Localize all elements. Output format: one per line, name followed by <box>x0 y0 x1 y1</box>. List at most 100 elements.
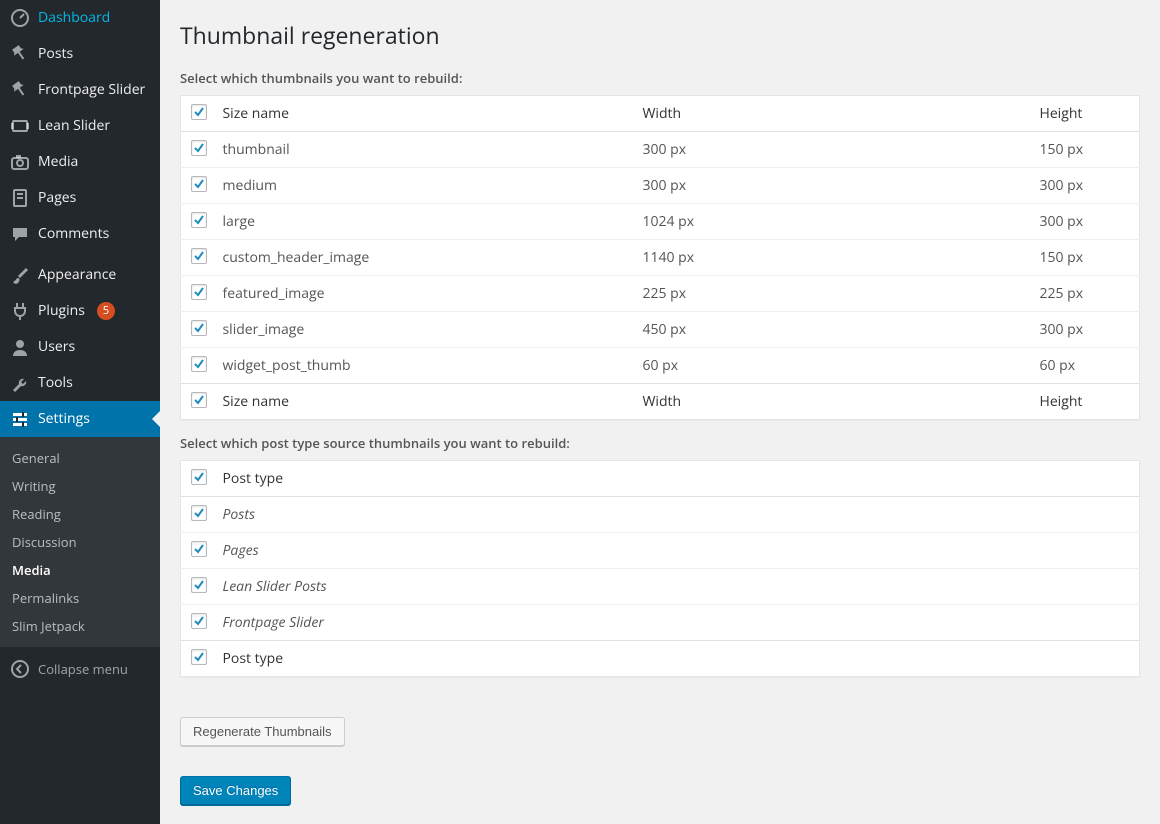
page-icon <box>10 188 30 208</box>
sidebar-item-label: Pages <box>38 189 76 207</box>
sidebar-item-label: Comments <box>38 225 109 243</box>
table-row: medium300 px300 px <box>181 168 1140 204</box>
submenu-item-slim-jetpack[interactable]: Slim Jetpack <box>0 612 160 640</box>
select-all-posttypes[interactable] <box>181 461 213 497</box>
sizes-table: Size name Width Height thumbnail300 px15… <box>180 95 1140 420</box>
slides-icon <box>10 116 30 136</box>
row-checkbox[interactable] <box>181 497 213 533</box>
post-type-name: Pages <box>213 533 1140 569</box>
select-all-sizes[interactable] <box>181 96 213 132</box>
sidebar-item-frontpage-slider[interactable]: Frontpage Slider <box>0 72 160 108</box>
size-height: 225 px <box>1030 276 1140 312</box>
wrench-icon <box>10 373 30 393</box>
size-name: thumbnail <box>213 132 633 168</box>
sidebar-item-lean-slider[interactable]: Lean Slider <box>0 108 160 144</box>
submenu-item-discussion[interactable]: Discussion <box>0 528 160 556</box>
size-name: custom_header_image <box>213 240 633 276</box>
size-name: slider_image <box>213 312 633 348</box>
save-changes-button[interactable]: Save Changes <box>180 776 291 805</box>
size-width: 300 px <box>633 168 1030 204</box>
post-type-name: Posts <box>213 497 1140 533</box>
size-width: 60 px <box>633 348 1030 384</box>
sidebar-item-label: Appearance <box>38 266 116 284</box>
pin-icon <box>10 80 30 100</box>
page-title: Thumbnail regeneration <box>180 10 1140 55</box>
submenu-item-permalinks[interactable]: Permalinks <box>0 584 160 612</box>
size-name: widget_post_thumb <box>213 348 633 384</box>
plug-icon <box>10 301 30 321</box>
table-row: slider_image450 px300 px <box>181 312 1140 348</box>
sidebar-item-settings[interactable]: Settings <box>0 401 160 437</box>
row-checkbox[interactable] <box>181 605 213 641</box>
row-checkbox[interactable] <box>181 204 213 240</box>
update-badge: 5 <box>97 302 115 320</box>
size-height: 300 px <box>1030 204 1140 240</box>
sidebar-item-dashboard[interactable]: Dashboard <box>0 0 160 36</box>
row-checkbox[interactable] <box>181 312 213 348</box>
table-row: thumbnail300 px150 px <box>181 132 1140 168</box>
size-name: featured_image <box>213 276 633 312</box>
size-width: 1024 px <box>633 204 1030 240</box>
size-width: 450 px <box>633 312 1030 348</box>
sidebar-item-plugins[interactable]: Plugins 5 <box>0 293 160 329</box>
row-checkbox[interactable] <box>181 276 213 312</box>
camera-icon <box>10 152 30 172</box>
table-row: widget_post_thumb60 px60 px <box>181 348 1140 384</box>
size-width: 1140 px <box>633 240 1030 276</box>
sidebar-item-posts[interactable]: Posts <box>0 36 160 72</box>
table-row: Frontpage Slider <box>181 605 1140 641</box>
sidebar-item-label: Plugins <box>38 302 85 320</box>
row-checkbox[interactable] <box>181 533 213 569</box>
submenu-item-general[interactable]: General <box>0 444 160 472</box>
content-area: Thumbnail regeneration Select which thum… <box>160 0 1160 824</box>
user-icon <box>10 337 30 357</box>
row-checkbox[interactable] <box>181 240 213 276</box>
row-checkbox[interactable] <box>181 168 213 204</box>
brush-icon <box>10 265 30 285</box>
post-type-name: Lean Slider Posts <box>213 569 1140 605</box>
submenu-item-writing[interactable]: Writing <box>0 472 160 500</box>
table-row: Pages <box>181 533 1140 569</box>
settings-icon <box>10 409 30 429</box>
admin-sidebar: Dashboard Posts Frontpage Slider Lean Slide… <box>0 0 160 824</box>
col-height: Height <box>1030 96 1140 132</box>
row-checkbox[interactable] <box>181 348 213 384</box>
table-row: custom_header_image1140 px150 px <box>181 240 1140 276</box>
size-width: 225 px <box>633 276 1030 312</box>
size-name: medium <box>213 168 633 204</box>
size-height: 60 px <box>1030 348 1140 384</box>
posttypes-section-label: Select which post type source thumbnails… <box>180 434 1140 452</box>
size-height: 300 px <box>1030 168 1140 204</box>
collapse-label: Collapse menu <box>38 660 128 678</box>
pin-icon <box>10 44 30 64</box>
sidebar-item-appearance[interactable]: Appearance <box>0 257 160 293</box>
sidebar-item-users[interactable]: Users <box>0 329 160 365</box>
size-width: 300 px <box>633 132 1030 168</box>
sidebar-item-label: Posts <box>38 45 73 63</box>
sidebar-item-pages[interactable]: Pages <box>0 180 160 216</box>
collapse-menu[interactable]: Collapse menu <box>0 651 160 687</box>
sidebar-item-label: Lean Slider <box>38 117 110 135</box>
regenerate-thumbnails-button[interactable]: Regenerate Thumbnails <box>180 717 345 746</box>
sidebar-item-tools[interactable]: Tools <box>0 365 160 401</box>
sidebar-item-media[interactable]: Media <box>0 144 160 180</box>
submenu-item-reading[interactable]: Reading <box>0 500 160 528</box>
sidebar-item-label: Media <box>38 153 78 171</box>
row-checkbox[interactable] <box>181 569 213 605</box>
submenu-item-media[interactable]: Media <box>0 556 160 584</box>
sidebar-item-label: Settings <box>38 410 90 428</box>
size-height: 150 px <box>1030 132 1140 168</box>
table-row: Lean Slider Posts <box>181 569 1140 605</box>
table-row: featured_image225 px225 px <box>181 276 1140 312</box>
sidebar-item-comments[interactable]: Comments <box>0 216 160 252</box>
size-name: large <box>213 204 633 240</box>
size-height: 150 px <box>1030 240 1140 276</box>
row-checkbox[interactable] <box>181 132 213 168</box>
dashboard-icon <box>10 8 30 28</box>
col-size-name: Size name <box>213 96 633 132</box>
select-all-sizes-foot[interactable] <box>181 384 213 420</box>
sidebar-item-label: Tools <box>38 374 73 392</box>
select-all-posttypes-foot[interactable] <box>181 641 213 677</box>
col-width: Width <box>633 96 1030 132</box>
collapse-icon <box>10 659 30 679</box>
